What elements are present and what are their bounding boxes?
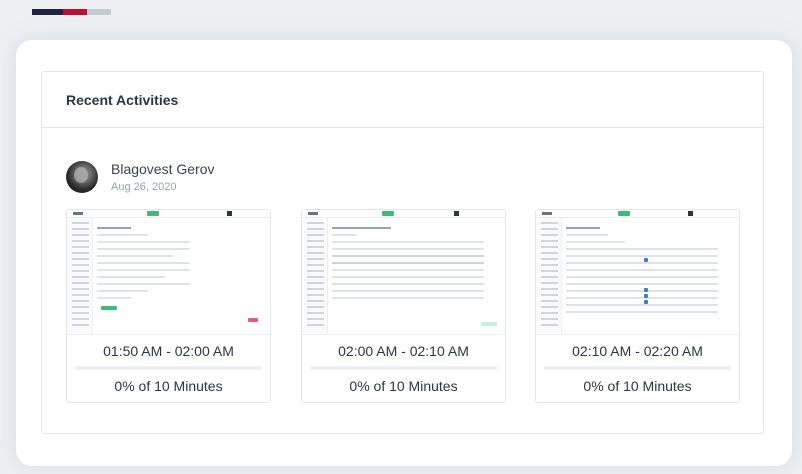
activity-percent: 0% of 10 Minutes	[583, 378, 692, 394]
screenshot-thumbnail[interactable]	[67, 210, 270, 335]
time-range: 02:10 AM - 02:20 AM	[572, 343, 703, 359]
thumbnail-green-button	[382, 211, 394, 216]
thumbnail-topbar	[302, 210, 505, 218]
thumbnail-app-icon	[454, 211, 459, 216]
thumbnail-logo	[542, 212, 552, 215]
time-range: 01:50 AM - 02:00 AM	[103, 343, 234, 359]
screenshot-thumbnail[interactable]	[302, 210, 505, 335]
thumbnail-green-button	[618, 211, 630, 216]
screenshot-card[interactable]: 02:10 AM - 02:20 AM 0% of 10 Minutes	[535, 209, 740, 403]
screenshot-card[interactable]: 01:50 AM - 02:00 AM 0% of 10 Minutes	[66, 209, 271, 403]
thumbnail-checkbox	[644, 300, 648, 304]
user-info: Blagovest Gerov Aug 26, 2020	[111, 160, 215, 194]
activity-date: Aug 26, 2020	[111, 181, 177, 193]
user-row: Blagovest Gerov Aug 26, 2020	[66, 160, 215, 194]
brand-strip-segment	[63, 9, 87, 15]
thumbnail-topbar	[536, 210, 739, 218]
activity-percent: 0% of 10 Minutes	[349, 378, 458, 394]
thumbnail-content	[97, 222, 266, 328]
card-title: Recent Activities	[66, 91, 179, 108]
thumbnail-checkbox	[644, 258, 648, 262]
activity-percent: 0% of 10 Minutes	[114, 378, 223, 394]
thumbnail-sidebar	[302, 218, 328, 334]
screenshot-list: 01:50 AM - 02:00 AM 0% of 10 Minutes 02:…	[66, 209, 741, 403]
thumbnail-submit-button	[481, 322, 497, 326]
thumbnail-green-button	[147, 211, 159, 216]
thumbnail-checkbox	[644, 294, 648, 298]
activity-progress-bar	[310, 366, 497, 370]
screenshot-thumbnail[interactable]	[536, 210, 739, 335]
user-name: Blagovest Gerov	[111, 161, 215, 177]
recent-activities-card: Recent Activities Blagovest Gerov Aug 26…	[41, 71, 764, 434]
thumbnail-content	[566, 222, 735, 328]
thumbnail-sidebar	[536, 218, 562, 334]
screenshot-card[interactable]: 02:00 AM - 02:10 AM 0% of 10 Minutes	[301, 209, 506, 403]
thumbnail-checkbox	[644, 288, 648, 292]
brand-strip-segment	[32, 9, 48, 15]
thumbnail-app-icon	[688, 211, 693, 216]
thumbnail-topbar	[67, 210, 270, 218]
card-header: Recent Activities	[42, 72, 763, 128]
thumbnail-save-button	[101, 306, 117, 310]
thumbnail-cancel-button	[248, 318, 258, 322]
brand-strip-segment	[48, 9, 63, 15]
brand-strip-segment	[87, 9, 111, 15]
time-range: 02:00 AM - 02:10 AM	[338, 343, 469, 359]
brand-strip	[32, 9, 111, 15]
activity-progress-bar	[544, 366, 731, 370]
avatar	[66, 161, 98, 193]
thumbnail-logo	[73, 212, 83, 215]
thumbnail-app-icon	[227, 211, 232, 216]
thumbnail-content	[332, 222, 501, 328]
activity-progress-bar	[75, 366, 262, 370]
thumbnail-sidebar	[67, 218, 93, 334]
thumbnail-logo	[308, 212, 318, 215]
